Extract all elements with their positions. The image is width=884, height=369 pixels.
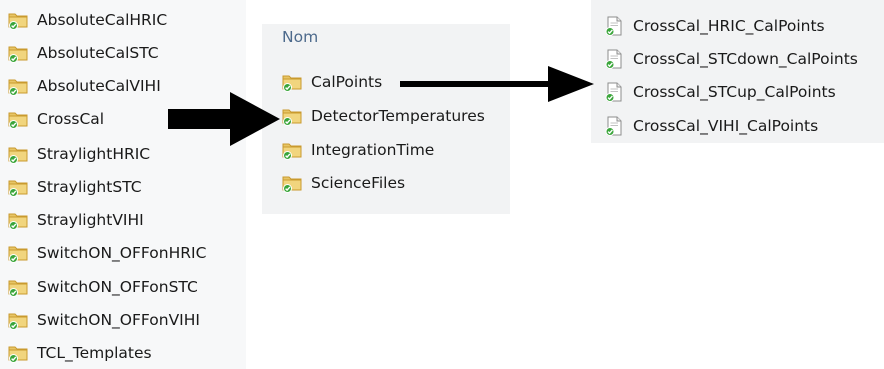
folder-label: StraylightHRIC: [37, 145, 151, 163]
synced-folder-icon: [8, 180, 28, 197]
file-label: CrossCal_VIHI_CalPoints: [633, 117, 819, 135]
column-header-nom[interactable]: Nom: [282, 28, 318, 46]
folder-label: SwitchON_OFFonVIHI: [37, 311, 200, 329]
folder-label: CalPoints: [311, 73, 383, 91]
folder-label: IntegrationTime: [311, 141, 435, 159]
folder-label: SwitchON_OFFonHRIC: [37, 244, 207, 262]
file-label: CrossCal_HRIC_CalPoints: [633, 17, 825, 35]
folder-item-calpoints[interactable]: CalPoints: [282, 70, 382, 94]
folder-item-switchon-offonvihi[interactable]: SwitchON_OFFonVIHI: [8, 308, 200, 332]
folder-label: SwitchON_OFFonSTC: [37, 278, 198, 296]
synced-document-icon: [605, 16, 622, 36]
folder-item-absolutecalstc[interactable]: AbsoluteCalSTC: [8, 41, 159, 65]
synced-document-icon: [605, 49, 622, 69]
synced-folder-icon: [8, 46, 28, 63]
synced-folder-icon: [8, 313, 28, 330]
file-item-crosscal-hric-calpoints[interactable]: CrossCal_HRIC_CalPoints: [604, 14, 825, 38]
folder-label: CrossCal: [37, 110, 105, 128]
folder-label: ScienceFiles: [311, 174, 406, 192]
folder-label: DetectorTemperatures: [311, 107, 485, 125]
synced-folder-icon: [282, 176, 302, 193]
right-arrow-icon: [400, 66, 594, 102]
folder-item-crosscal[interactable]: CrossCal: [8, 107, 104, 131]
file-item-crosscal-stcdown-calpoints[interactable]: CrossCal_STCdown_CalPoints: [604, 47, 858, 71]
folder-label: AbsoluteCalVIHI: [37, 77, 161, 95]
synced-folder-icon: [8, 13, 28, 30]
folder-label: AbsoluteCalSTC: [37, 44, 159, 62]
folder-item-absolutecalvihi[interactable]: AbsoluteCalVIHI: [8, 74, 161, 98]
synced-folder-icon: [8, 246, 28, 263]
folder-item-straylightstc[interactable]: StraylightSTC: [8, 175, 142, 199]
file-label: CrossCal_STCdown_CalPoints: [633, 50, 858, 68]
synced-document-icon: [605, 116, 622, 136]
folder-item-switchon-offonhric[interactable]: SwitchON_OFFonHRIC: [8, 241, 206, 265]
folder-item-switchon-offonstc[interactable]: SwitchON_OFFonSTC: [8, 275, 198, 299]
folder-item-integrationtime[interactable]: IntegrationTime: [282, 138, 434, 162]
folder-item-straylighthric[interactable]: StraylightHRIC: [8, 142, 150, 166]
folder-item-sciencefiles[interactable]: ScienceFiles: [282, 171, 405, 195]
folder-label: StraylightVIHI: [37, 211, 144, 229]
synced-folder-icon: [8, 112, 28, 129]
screenshot-root: AbsoluteCalHRIC AbsoluteCalSTC AbsoluteC…: [0, 0, 884, 369]
folder-label: StraylightSTC: [37, 178, 142, 196]
folder-item-straylightvihi[interactable]: StraylightVIHI: [8, 208, 144, 232]
synced-folder-icon: [8, 346, 28, 363]
folder-item-absolutecalhric[interactable]: AbsoluteCalHRIC: [8, 8, 167, 32]
synced-folder-icon: [8, 79, 28, 96]
folder-item-tcl-templates[interactable]: TCL_Templates: [8, 341, 152, 365]
right-arrow-icon: [168, 92, 280, 146]
file-item-crosscal-stcup-calpoints[interactable]: CrossCal_STCup_CalPoints: [604, 80, 836, 104]
synced-folder-icon: [8, 147, 28, 164]
file-item-crosscal-vihi-calpoints[interactable]: CrossCal_VIHI_CalPoints: [604, 114, 818, 138]
folder-label: TCL_Templates: [37, 344, 152, 362]
folder-label: AbsoluteCalHRIC: [37, 11, 168, 29]
synced-folder-icon: [8, 280, 28, 297]
file-label: CrossCal_STCup_CalPoints: [633, 83, 836, 101]
synced-document-icon: [605, 82, 622, 102]
synced-folder-icon: [8, 213, 28, 230]
folder-item-detectortemperatures[interactable]: DetectorTemperatures: [282, 104, 485, 128]
